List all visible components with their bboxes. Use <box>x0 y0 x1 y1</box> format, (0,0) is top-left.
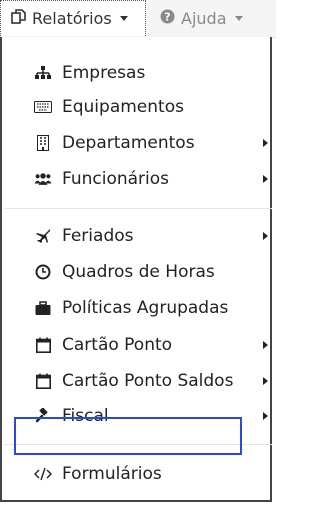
users-icon <box>34 171 52 187</box>
plane-icon <box>34 228 52 244</box>
menu-item-label: Quadros de Horas <box>62 262 215 282</box>
menu-divider <box>4 208 272 209</box>
chevron-right-icon <box>263 175 268 183</box>
menu-item-feriados[interactable]: Feriados <box>34 221 270 251</box>
menu-item-label: Feriados <box>62 226 134 246</box>
svg-text:?: ? <box>164 10 170 23</box>
calendar-icon <box>34 373 52 389</box>
menu-item-label: Cartão Ponto Saldos <box>62 371 234 391</box>
menu-item-funcionarios[interactable]: Funcionários <box>34 164 270 194</box>
keyboard-icon <box>34 99 52 115</box>
question-circle-icon: ? <box>160 9 175 28</box>
copy-icon <box>11 9 26 28</box>
menu-item-cartao-ponto[interactable]: Cartão Ponto <box>34 330 270 360</box>
menu-item-label: Departamentos <box>62 133 195 153</box>
menu-item-empresas[interactable]: Empresas <box>34 58 270 88</box>
highlight-box <box>14 417 242 455</box>
ajuda-label: Ajuda <box>181 8 227 28</box>
sitemap-icon <box>34 65 52 81</box>
briefcase-icon <box>34 300 52 316</box>
menu-item-equipamentos[interactable]: Equipamentos <box>34 92 270 122</box>
menu-item-cartao-ponto-saldos[interactable]: Cartão Ponto Saldos <box>34 366 270 396</box>
chevron-down-icon <box>119 16 128 21</box>
chevron-right-icon <box>263 377 268 385</box>
chevron-right-icon <box>263 232 268 240</box>
navbar: Relatórios ? Ajuda <box>0 0 276 38</box>
calendar-icon <box>34 337 52 353</box>
chevron-right-icon <box>263 341 268 349</box>
ajuda-menu-toggle[interactable]: ? Ajuda <box>160 0 243 36</box>
menu-item-departamentos[interactable]: Departamentos <box>34 128 270 158</box>
menu-item-label: Funcionários <box>62 169 170 189</box>
menu-item-label: Formulários <box>62 464 162 484</box>
menu-item-label: Cartão Ponto <box>62 335 173 355</box>
code-icon <box>34 466 52 482</box>
menu-item-label: Empresas <box>62 63 146 83</box>
menu-item-formularios[interactable]: Formulários <box>34 459 270 489</box>
relatorios-menu-toggle[interactable]: Relatórios <box>0 0 146 36</box>
clock-icon <box>34 264 52 280</box>
menu-item-quadros-de-horas[interactable]: Quadros de Horas <box>34 257 270 287</box>
relatorios-label: Relatórios <box>32 9 112 28</box>
chevron-down-icon <box>234 15 243 21</box>
menu-item-label: Equipamentos <box>62 97 184 117</box>
chevron-right-icon <box>263 412 268 420</box>
menu-item-politicas-agrupadas[interactable]: Políticas Agrupadas <box>34 293 270 323</box>
chevron-right-icon <box>263 139 268 147</box>
building-icon <box>34 135 52 151</box>
menu-item-label: Políticas Agrupadas <box>62 298 229 318</box>
